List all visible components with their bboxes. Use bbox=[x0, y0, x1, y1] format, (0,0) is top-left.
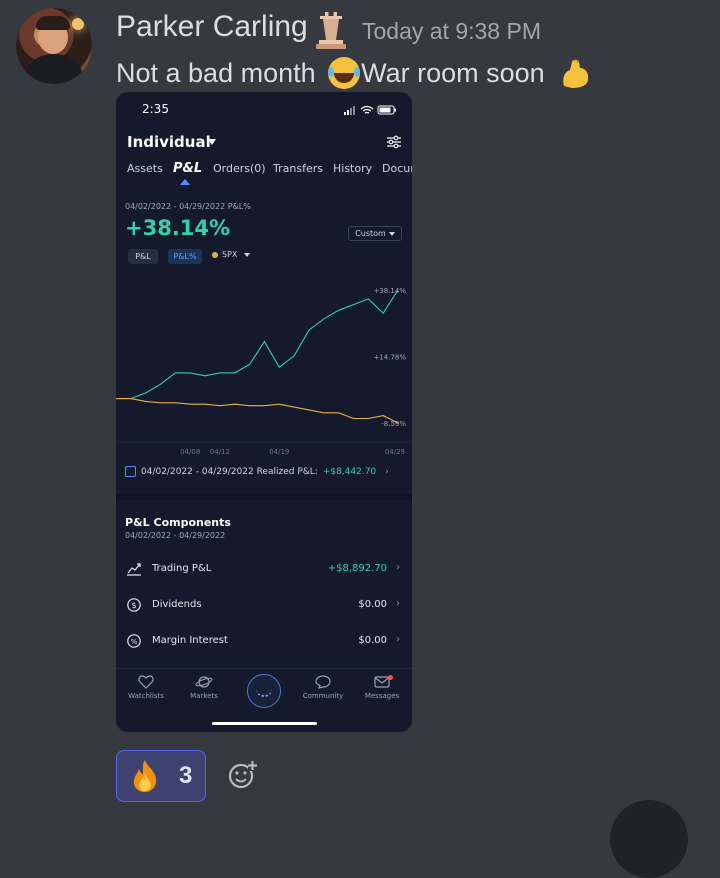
pnl-chart[interactable]: +38.14% +14.78% -8.59% 04/08 04/12 04/19 04/29 bbox=[116, 272, 412, 458]
series-line-portfolio bbox=[116, 289, 399, 400]
nav-watchlists[interactable]: Watchlists bbox=[116, 675, 176, 700]
custom-range-dropdown[interactable]: Custom bbox=[348, 226, 402, 241]
nav-community[interactable]: Community bbox=[293, 675, 353, 700]
component-value: +$8,892.70 bbox=[327, 563, 387, 574]
reaction-fire[interactable]: 3 bbox=[116, 750, 206, 802]
pnl-percent: +38.14% bbox=[125, 216, 231, 240]
toggle-pnl[interactable]: P&L bbox=[128, 249, 158, 264]
compare-spx-dropdown[interactable]: SPX bbox=[212, 250, 251, 259]
component-label: Margin Interest bbox=[152, 635, 228, 646]
y-tick-label: -8.59% bbox=[381, 420, 406, 428]
component-row-dividends[interactable]: $ Dividends $0.00 › bbox=[116, 591, 412, 619]
y-tick-label: +14.78% bbox=[373, 354, 406, 362]
chevron-right-icon: › bbox=[396, 634, 400, 645]
scroll-to-bottom-button[interactable] bbox=[610, 800, 688, 878]
tab-history[interactable]: History bbox=[333, 162, 372, 175]
component-row-trading[interactable]: Trading P&L +$8,892.70 › bbox=[116, 555, 412, 583]
nav-messages[interactable]: Messages bbox=[352, 675, 412, 700]
x-tick-label: 04/29 bbox=[385, 448, 405, 456]
components-range: 04/02/2022 - 04/29/2022 bbox=[125, 531, 226, 540]
add-reaction-icon[interactable] bbox=[228, 760, 258, 790]
x-tick-label: 04/12 bbox=[210, 448, 230, 456]
chat-bubble-icon bbox=[315, 675, 331, 689]
component-row-margin[interactable]: % Margin Interest $0.00 › bbox=[116, 627, 412, 655]
toggle-pnl-percent[interactable]: P&L% bbox=[168, 249, 202, 264]
reaction-count: 3 bbox=[179, 762, 193, 789]
tab-transfers[interactable]: Transfers bbox=[273, 162, 323, 175]
chevron-down-icon[interactable] bbox=[208, 139, 216, 145]
percent-icon: % bbox=[127, 634, 141, 648]
svg-text:$: $ bbox=[131, 601, 136, 610]
message-text-part-2: War room soon bbox=[361, 57, 553, 88]
flexed-biceps-icon bbox=[563, 59, 589, 88]
heart-icon bbox=[138, 675, 154, 689]
avatar-shirt bbox=[26, 54, 82, 84]
status-time: 2:35 bbox=[142, 102, 169, 116]
series-line-spx bbox=[116, 398, 399, 424]
author-name[interactable]: Parker Carling bbox=[116, 10, 308, 44]
face-with-tears-of-joy-icon bbox=[328, 57, 361, 89]
compare-label: SPX bbox=[222, 250, 238, 259]
filter-settings-icon[interactable] bbox=[386, 135, 402, 149]
tab-orders[interactable]: Orders(0) bbox=[213, 162, 266, 175]
nav-markets[interactable]: Markets bbox=[174, 675, 234, 700]
components-title: P&L Components bbox=[125, 516, 231, 529]
signal-wifi-battery-icon bbox=[344, 105, 396, 115]
account-selector[interactable]: Individual bbox=[127, 133, 211, 151]
nav-label: Messages bbox=[364, 692, 400, 700]
section-divider bbox=[116, 494, 412, 500]
y-tick-label: +38.14% bbox=[373, 287, 406, 295]
tab-pnl[interactable]: P&L bbox=[173, 161, 202, 176]
active-tab-indicator bbox=[180, 179, 190, 185]
calendar-chart-icon bbox=[125, 466, 136, 477]
avatar-hair bbox=[36, 16, 70, 30]
planet-icon bbox=[195, 676, 213, 688]
nav-label: Markets bbox=[190, 692, 218, 700]
phone-status-bar: 2:35 bbox=[116, 92, 412, 128]
component-value: $0.00 bbox=[358, 599, 387, 610]
nav-home-button[interactable] bbox=[247, 674, 281, 708]
attachment-image[interactable]: 2:35 Individual Assets P&L Orders(0) Tra… bbox=[116, 92, 412, 732]
component-label: Dividends bbox=[152, 599, 202, 610]
custom-range-label: Custom bbox=[355, 229, 386, 238]
chevron-right-icon: › bbox=[396, 598, 400, 609]
chevron-right-icon: › bbox=[396, 562, 400, 573]
realized-pnl-row[interactable]: 04/02/2022 - 04/29/2022 Realized P&L: +$… bbox=[125, 466, 389, 477]
realized-label: 04/02/2022 - 04/29/2022 Realized P&L: bbox=[141, 466, 318, 477]
avatar-background-light bbox=[72, 18, 84, 30]
notification-badge bbox=[388, 675, 393, 680]
message-text-part-1: Not a bad month bbox=[116, 57, 324, 88]
home-indicator bbox=[212, 722, 317, 725]
realized-value: +$8,442.70 bbox=[322, 466, 377, 477]
spx-legend-dot bbox=[212, 251, 218, 258]
pnl-range-label: 04/02/2022 - 04/29/2022 P&L% bbox=[125, 202, 251, 211]
tab-assets[interactable]: Assets bbox=[127, 162, 163, 175]
tab-documents[interactable]: Docum bbox=[382, 162, 412, 175]
trend-chart-icon bbox=[127, 563, 141, 576]
component-label: Trading P&L bbox=[152, 563, 212, 574]
x-tick-label: 04/19 bbox=[269, 448, 289, 456]
x-tick-label: 04/08 bbox=[180, 448, 200, 456]
chevron-right-icon: › bbox=[385, 466, 389, 477]
nav-label: Community bbox=[302, 692, 344, 700]
svg-text:%: % bbox=[131, 638, 138, 646]
chevron-down-icon bbox=[244, 252, 251, 257]
author-avatar[interactable] bbox=[16, 8, 92, 84]
message-content: Not a bad month War room soon bbox=[116, 56, 592, 90]
message-timestamp: Today at 9:38 PM bbox=[362, 18, 541, 44]
chess-rook-icon bbox=[316, 12, 346, 49]
fire-icon bbox=[133, 760, 157, 792]
nav-label: Watchlists bbox=[128, 692, 164, 700]
chevron-down-icon bbox=[388, 231, 395, 236]
component-value: $0.00 bbox=[358, 635, 387, 646]
dividend-coin-icon: $ bbox=[127, 598, 141, 612]
